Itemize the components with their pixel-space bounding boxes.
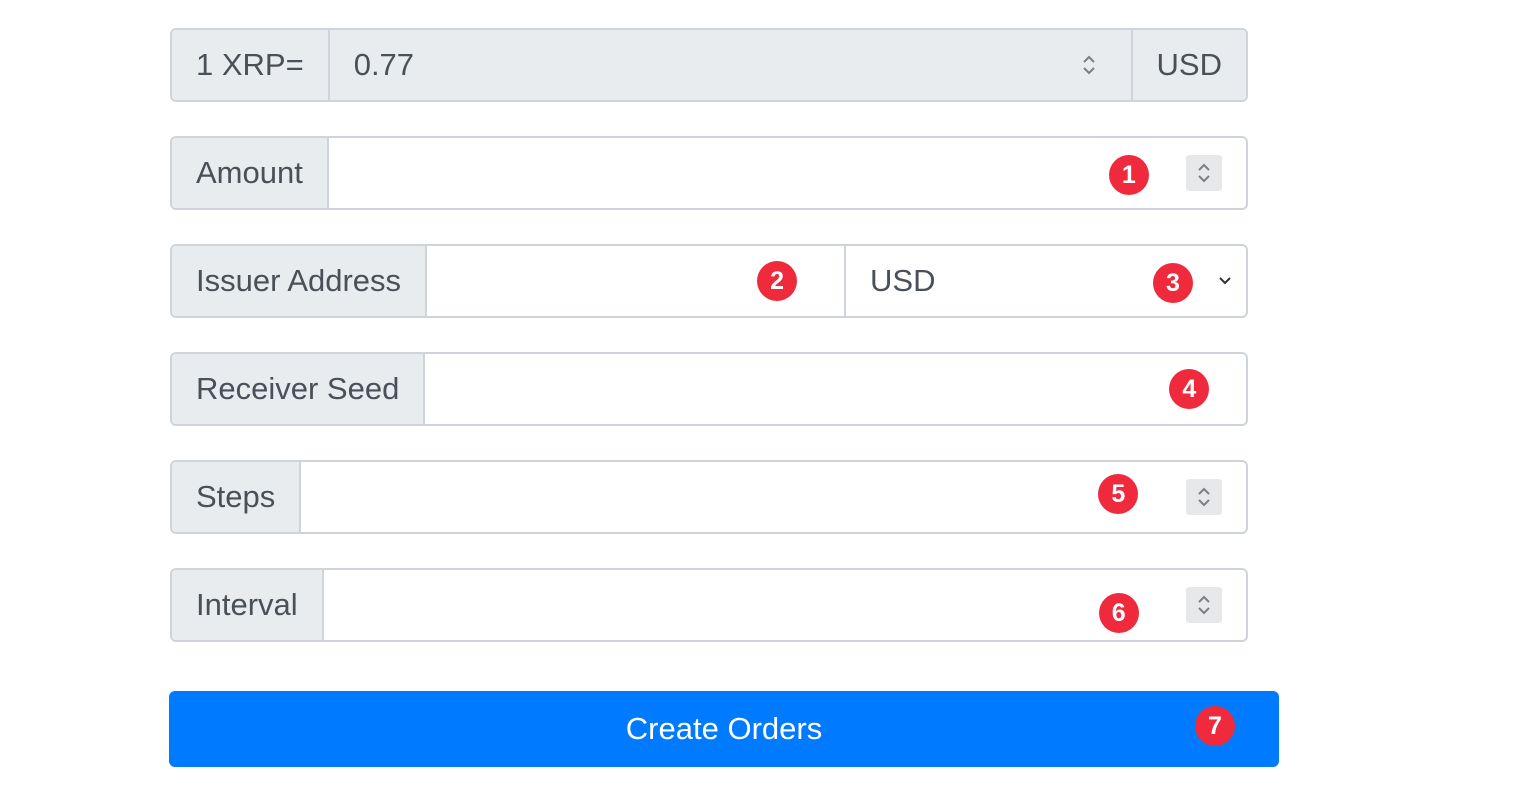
marker-badge-1: 1: [1108, 155, 1149, 195]
number-spinner-icon[interactable]: [1186, 155, 1222, 191]
issuer-currency-value: USD: [870, 263, 936, 298]
interval-input-group: Interval 6: [170, 568, 1248, 642]
marker-badge-2: 2: [757, 261, 798, 301]
marker-badge-6: 6: [1098, 593, 1139, 633]
marker-badge-7: 7: [1195, 706, 1235, 746]
issuer-currency-select[interactable]: USD 3: [844, 246, 1246, 316]
issuer-address-label: Issuer Address: [172, 246, 428, 316]
rate-currency-label: USD: [1130, 30, 1246, 100]
chevron-down-icon: [1218, 273, 1232, 294]
receiver-seed-label: Receiver Seed: [172, 354, 426, 424]
rate-field: [329, 30, 1131, 100]
steps-field: 5: [301, 462, 1246, 532]
marker-badge-5: 5: [1098, 474, 1139, 514]
create-orders-label: Create Orders: [625, 711, 823, 746]
issuer-input-group: Issuer Address 2 USD 3: [170, 244, 1248, 318]
interval-label: Interval: [172, 570, 324, 640]
rate-input[interactable]: [329, 30, 1131, 100]
issuer-field: 2: [427, 246, 844, 316]
amount-label: Amount: [172, 138, 329, 208]
rate-input-group: 1 XRP= USD: [170, 28, 1248, 102]
create-orders-button[interactable]: Create Orders 7: [169, 691, 1279, 767]
receiver-seed-input-group: Receiver Seed 4: [170, 352, 1248, 426]
amount-input-group: Amount 1: [170, 136, 1248, 210]
steps-label: Steps: [172, 462, 302, 532]
number-spinner-icon[interactable]: [1071, 47, 1107, 83]
amount-field: 1: [328, 138, 1246, 208]
interval-field: 6: [323, 570, 1246, 640]
rate-prefix-label: 1 XRP=: [172, 30, 330, 100]
marker-badge-3: 3: [1153, 263, 1193, 303]
receiver-seed-field: 4: [425, 354, 1246, 424]
number-spinner-icon[interactable]: [1186, 587, 1222, 623]
order-form: 1 XRP= USD Amount 1 Issuer Address 2 USD…: [170, 28, 1248, 676]
number-spinner-icon[interactable]: [1186, 479, 1222, 515]
steps-input-group: Steps 5: [170, 460, 1248, 534]
receiver-seed-input[interactable]: [425, 354, 1246, 424]
